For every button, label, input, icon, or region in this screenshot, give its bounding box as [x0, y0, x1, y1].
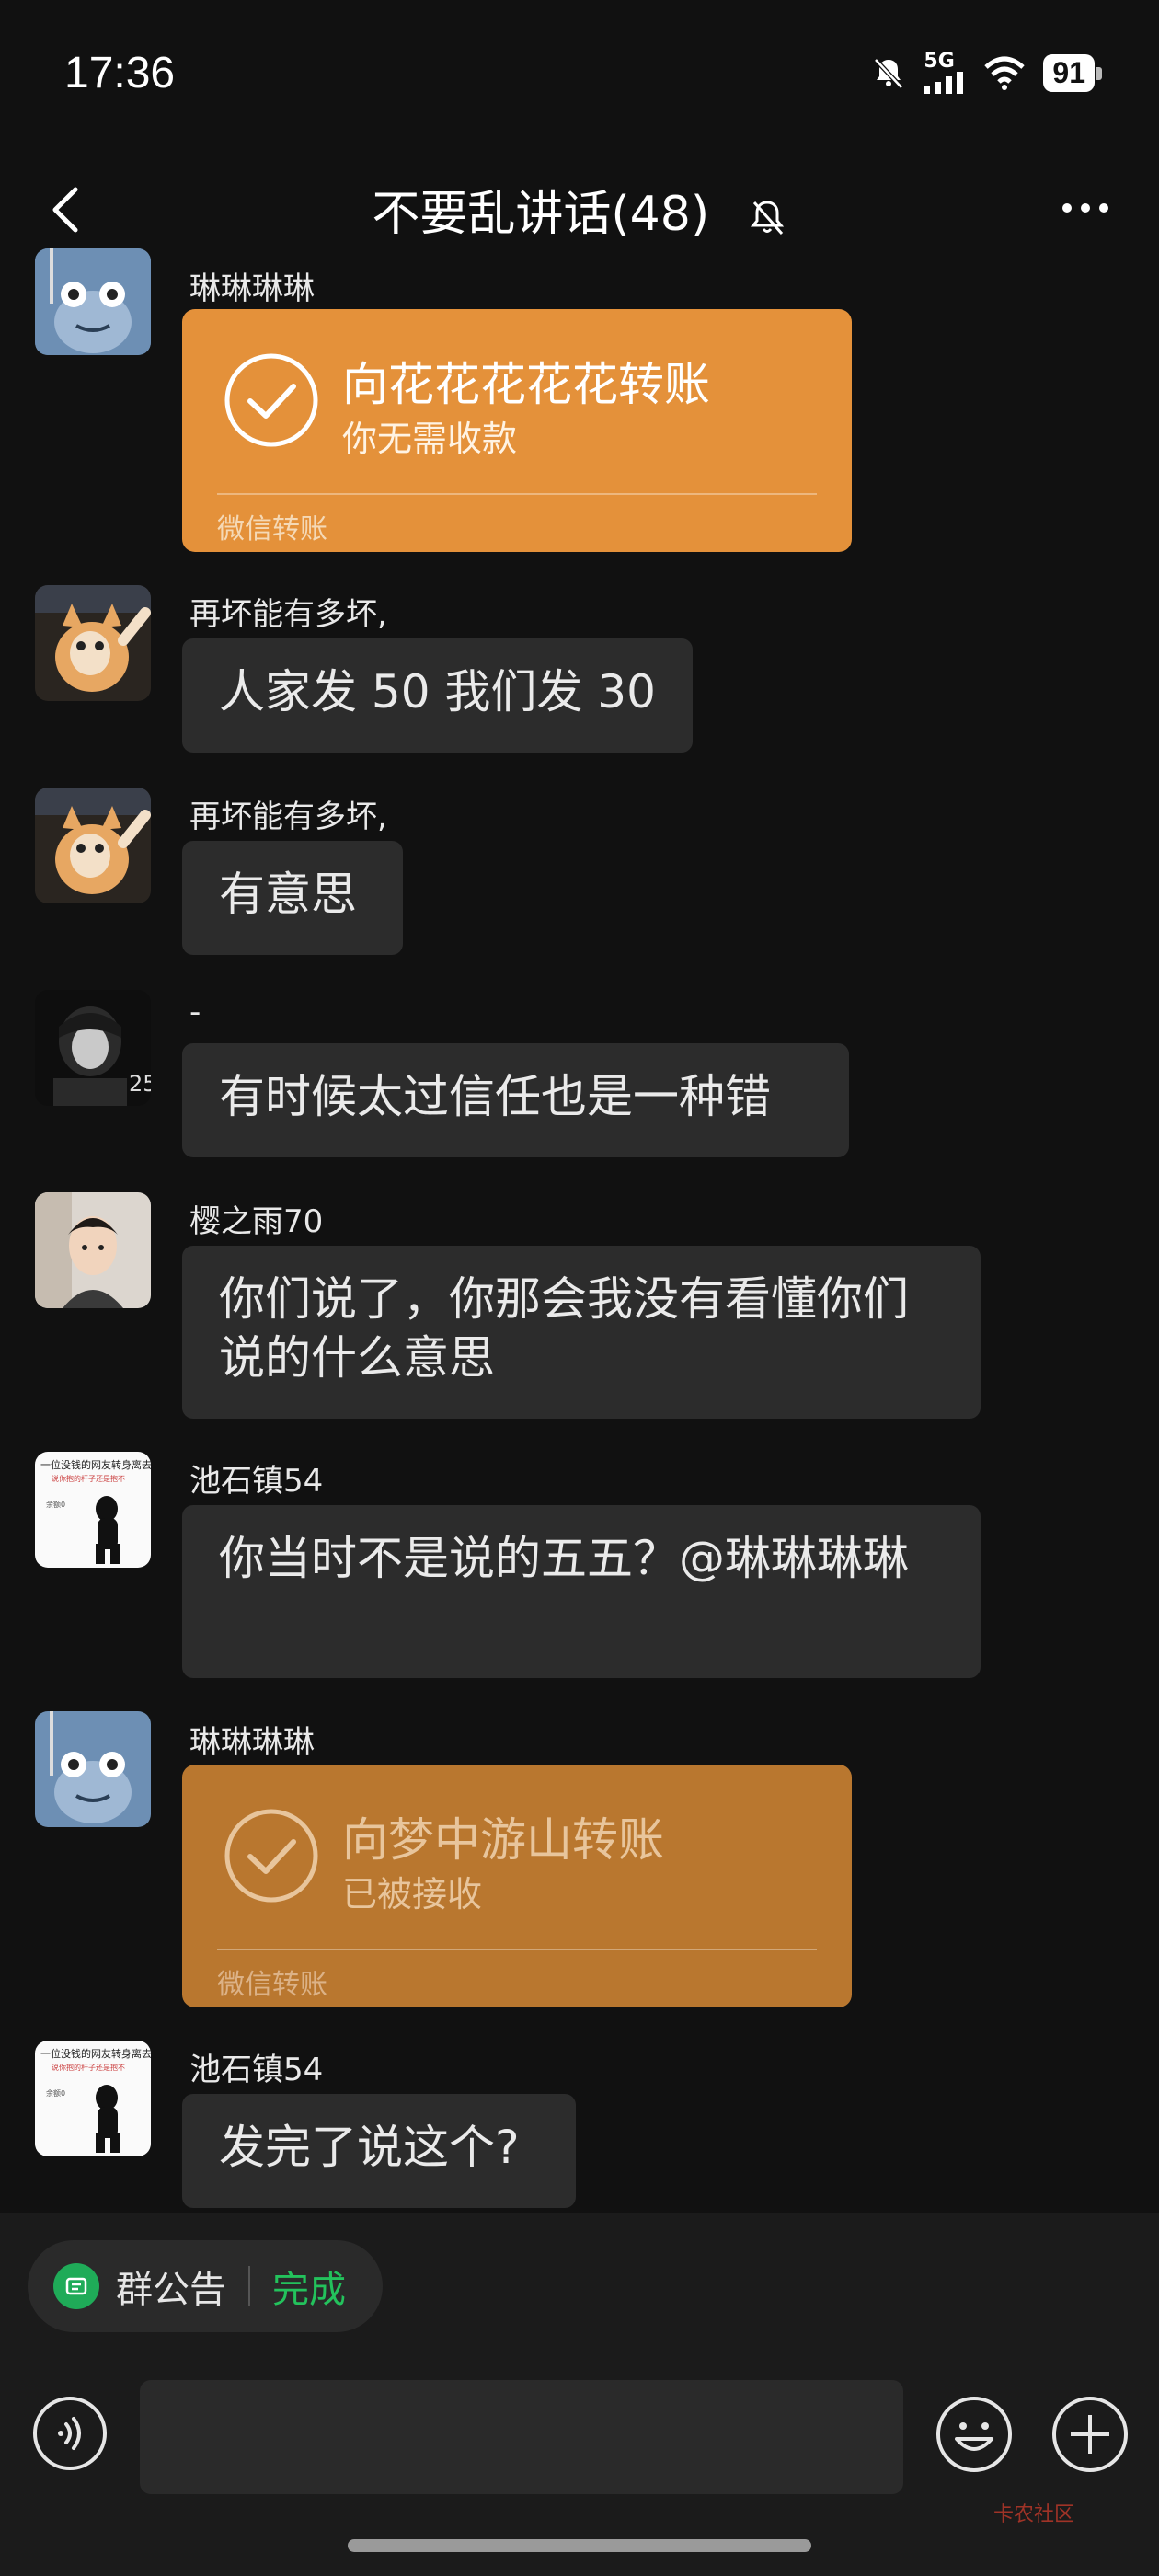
avatar[interactable]: [35, 788, 151, 903]
emoji-icon[interactable]: [935, 2395, 1014, 2474]
chip-divider: [248, 2266, 250, 2306]
group-name: 不要乱讲话(48): [372, 187, 710, 242]
avatar[interactable]: [35, 1192, 151, 1308]
announcement-icon: [53, 2263, 99, 2309]
more-actions-plus-icon[interactable]: [1050, 2395, 1130, 2474]
sender-name: 池石镇54: [189, 2052, 324, 2088]
divider: [217, 493, 817, 495]
avatar[interactable]: [35, 1711, 151, 1827]
watermark: 卡农社区: [993, 2503, 1075, 2526]
message-bubble[interactable]: 你当时不是说的五五？@琳琳琳琳: [182, 1505, 981, 1678]
chat-message: 25 - 有时候太过信任也是一种错: [0, 990, 1159, 1165]
mute-notification-icon: [874, 58, 904, 89]
check-circle-icon: [224, 353, 318, 447]
status-icons: 5G 91: [870, 52, 1102, 94]
chat-message: 再坏能有多坏, 人家发 50 我们发 30: [0, 585, 1159, 760]
svg-text:一位没钱的网友转身离去: 一位没钱的网友转身离去: [40, 2047, 151, 2060]
status-time: 17:36: [64, 49, 176, 98]
muted-bell-icon: [750, 201, 784, 235]
sender-name: 琳琳琳琳: [189, 270, 315, 307]
message-bubble[interactable]: 有时候太过信任也是一种错: [182, 1043, 849, 1157]
group-notice-chip[interactable]: 群公告 完成: [28, 2240, 383, 2332]
message-input[interactable]: [140, 2380, 903, 2494]
transfer-card[interactable]: 向梦中游山转账 已被接收 微信转账: [182, 1765, 852, 2007]
voice-input-icon[interactable]: [31, 2395, 109, 2472]
done-button[interactable]: 完成: [272, 2260, 346, 2313]
svg-text:余额0: 余额0: [46, 2088, 65, 2098]
battery-indicator: 91: [1043, 53, 1102, 92]
transfer-title: 向梦中游山转账: [342, 1813, 664, 1867]
sender-name: 池石镇54: [189, 1463, 324, 1500]
wifi-icon: [984, 56, 1026, 90]
avatar[interactable]: 25: [35, 990, 151, 1106]
check-circle-icon: [224, 1809, 318, 1903]
avatar[interactable]: [35, 248, 151, 355]
transfer-footer: 微信转账: [217, 1969, 327, 2001]
transfer-status: 你无需收款: [342, 419, 518, 459]
sender-name: 琳琳琳琳: [189, 1724, 315, 1761]
sender-name: 再坏能有多坏,: [189, 596, 387, 633]
divider: [217, 1949, 817, 1950]
home-indicator[interactable]: [348, 2539, 811, 2552]
chat-message: 一位没钱的网友转身离去说你抱的杆子还是抱不余额0 池石镇54 你当时不是说的五五…: [0, 1452, 1159, 1682]
message-bubble[interactable]: 发完了说这个?: [182, 2094, 576, 2208]
chat-message: 琳琳琳琳 向梦中游山转账 已被接收 微信转账: [0, 1711, 1159, 2015]
chat-message: 樱之雨70 你们说了，你那会我没有看懂你们说的什么意思: [0, 1192, 1159, 1422]
message-bubble[interactable]: 你们说了，你那会我没有看懂你们说的什么意思: [182, 1246, 981, 1419]
network-type: 5G: [924, 50, 955, 73]
status-bar: 17:36 5G 91: [0, 0, 1159, 156]
signal-icon: 5G: [924, 52, 966, 94]
transfer-title: 向花花花花花转账: [342, 358, 710, 411]
svg-text:25: 25: [129, 1071, 151, 1097]
chat-message: 琳琳琳琳 向花花花花花转账 你无需收款 微信转账: [0, 248, 1159, 561]
transfer-footer: 微信转账: [217, 513, 327, 546]
chat-input-area: 群公告 完成 卡农社区: [0, 2213, 1159, 2576]
avatar[interactable]: 一位没钱的网友转身离去说你抱的杆子还是抱不余额0: [35, 1452, 151, 1568]
svg-text:一位没钱的网友转身离去: 一位没钱的网友转身离去: [40, 1458, 151, 1471]
svg-text:余额0: 余额0: [46, 1500, 65, 1509]
chat-message: 一位没钱的网友转身离去说你抱的杆子还是抱不余额0 池石镇54 发完了说这个?: [0, 2041, 1159, 2215]
chat-title: 不要乱讲话(48): [0, 175, 1159, 244]
transfer-card[interactable]: 向花花花花花转账 你无需收款 微信转账: [182, 309, 852, 552]
chat-header: 不要乱讲话(48): [0, 156, 1159, 258]
sender-name: 再坏能有多坏,: [189, 799, 387, 835]
sender-name: 樱之雨70: [189, 1203, 324, 1240]
avatar[interactable]: 一位没钱的网友转身离去说你抱的杆子还是抱不余额0: [35, 2041, 151, 2156]
avatar[interactable]: [35, 585, 151, 701]
message-bubble[interactable]: 有意思: [182, 841, 403, 955]
svg-text:说你抱的杆子还是抱不: 说你抱的杆子还是抱不: [52, 2063, 125, 2072]
more-options-icon[interactable]: [1058, 190, 1113, 226]
svg-text:说你抱的杆子还是抱不: 说你抱的杆子还是抱不: [52, 1474, 125, 1483]
message-bubble[interactable]: 人家发 50 我们发 30: [182, 638, 693, 753]
group-notice-label: 群公告: [116, 2269, 226, 2311]
sender-name: -: [189, 994, 201, 1030]
transfer-status: 已被接收: [342, 1874, 483, 1915]
chat-message: 再坏能有多坏, 有意思: [0, 788, 1159, 962]
